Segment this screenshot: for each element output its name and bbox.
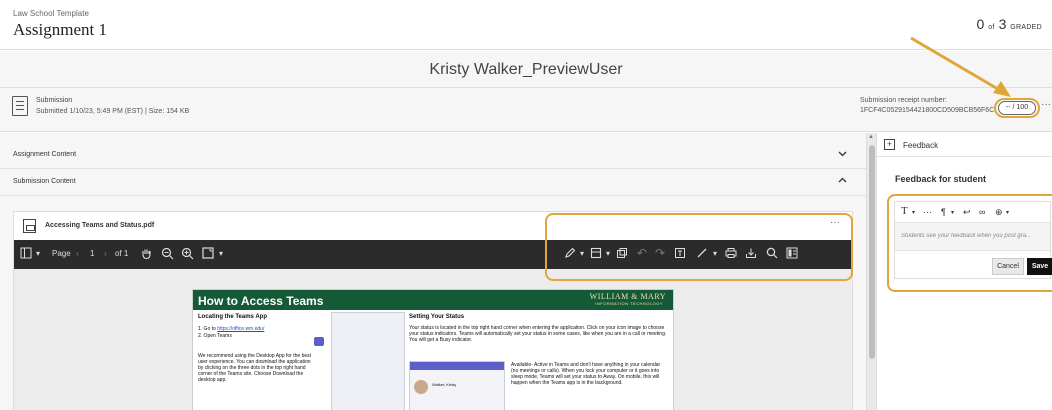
plus-icon: +	[884, 139, 895, 150]
pdf-text: We recommend using the Desktop App for t…	[198, 353, 312, 383]
course-name[interactable]: Law School Template	[13, 9, 89, 18]
grade-more-icon[interactable]: ···	[1041, 99, 1051, 110]
page-total: of 1	[115, 249, 129, 258]
accordion-assignment-content[interactable]: Assignment Content	[0, 142, 866, 169]
accordion-submission-content[interactable]: Submission Content	[0, 169, 866, 196]
pdf-screenshot	[331, 312, 405, 410]
chevron-up-icon	[837, 175, 848, 189]
pdf-link[interactable]: https://office.wm.edu/	[217, 326, 264, 332]
page-header: Law School Template Assignment 1 0 of 3 …	[0, 0, 1052, 50]
graded-count: 0 of 3 GRADED	[977, 16, 1042, 32]
highlight-box-grade	[994, 98, 1040, 118]
pdf-text: 1. Go to	[198, 326, 218, 332]
graded-label: GRADED	[1010, 24, 1042, 31]
receipt-number: 1FCF4C0529154421800CD509BCB56F6C	[860, 107, 995, 114]
submission-meta: Submitted 1/10/23, 5:49 PM (EST) | Size:…	[36, 108, 190, 115]
teams-logo-icon	[314, 337, 324, 346]
scrollbar[interactable]: ▲	[866, 133, 876, 410]
avatar	[414, 380, 428, 394]
submission-info: Submission Submitted 1/10/23, 5:49 PM (E…	[0, 88, 1052, 132]
pdf-text: Your status is located in the top right …	[409, 325, 667, 343]
submission-label: Submission	[36, 97, 73, 104]
pdf-text: 2. Open Teams	[198, 333, 232, 339]
graded-count-number: 0	[976, 16, 985, 32]
pdf-text: 1. Go to https://office.wm.edu/	[198, 326, 264, 332]
student-bar: Kristy Walker_PreviewUser	[0, 51, 1052, 88]
wm-subtitle: INFORMATION TECHNOLOGY	[595, 301, 663, 306]
pan-icon[interactable]	[140, 247, 153, 262]
receipt-label: Submission receipt number:	[860, 97, 947, 104]
wm-logo: WILLIAM & MARY	[589, 292, 666, 301]
sidebar-icon[interactable]	[20, 247, 32, 261]
next-page-icon[interactable]: ›	[104, 249, 107, 258]
submission-document-icon	[12, 96, 28, 116]
pdf-screenshot: Walker, Kristy	[409, 361, 505, 410]
feedback-tab[interactable]: + Feedback	[877, 133, 1052, 157]
assignment-title: Assignment 1	[13, 20, 107, 39]
scroll-up-icon[interactable]: ▲	[868, 134, 874, 140]
chevron-down-icon	[837, 148, 848, 162]
pdf-text: Walker, Kristy	[432, 382, 457, 387]
accordion-label: Submission Content	[13, 178, 76, 185]
pdf-heading: Setting Your Status	[409, 314, 465, 320]
pdf-title: How to Access Teams	[198, 294, 324, 308]
student-name[interactable]: Kristy Walker_PreviewUser	[429, 61, 622, 78]
pdf-page-header: How to Access Teams WILLIAM & MARY INFOR…	[193, 290, 673, 310]
prev-page-icon[interactable]: ‹	[76, 249, 79, 258]
highlight-box-feedback	[887, 194, 1052, 292]
chevron-down-icon[interactable]: ▾	[36, 249, 40, 258]
highlight-box-toolbar	[545, 213, 853, 281]
zoom-out-icon[interactable]	[161, 247, 174, 262]
pdf-canvas[interactable]: How to Access Teams WILLIAM & MARY INFOR…	[14, 269, 852, 410]
file-name[interactable]: Accessing Teams and Status.pdf	[45, 222, 154, 229]
feedback-tab-label: Feedback	[903, 141, 939, 150]
pdf-heading: Locating the Teams App	[198, 314, 268, 320]
chevron-down-icon[interactable]: ▾	[219, 249, 223, 258]
page-label: Page	[52, 249, 71, 258]
feedback-heading: Feedback for student	[895, 174, 987, 184]
pdf-text: Available- Active in Teams and don't hav…	[511, 362, 661, 386]
pdf-page: How to Access Teams WILLIAM & MARY INFOR…	[192, 289, 674, 410]
scrollbar-thumb[interactable]	[869, 145, 875, 359]
graded-of: of	[988, 24, 995, 31]
graded-total: 3	[998, 16, 1007, 32]
fit-page-icon[interactable]	[202, 247, 214, 261]
page-number-input[interactable]: 1	[90, 249, 94, 258]
accordion-label: Assignment Content	[13, 151, 77, 158]
file-icon	[23, 219, 36, 233]
zoom-in-icon[interactable]	[181, 247, 194, 262]
